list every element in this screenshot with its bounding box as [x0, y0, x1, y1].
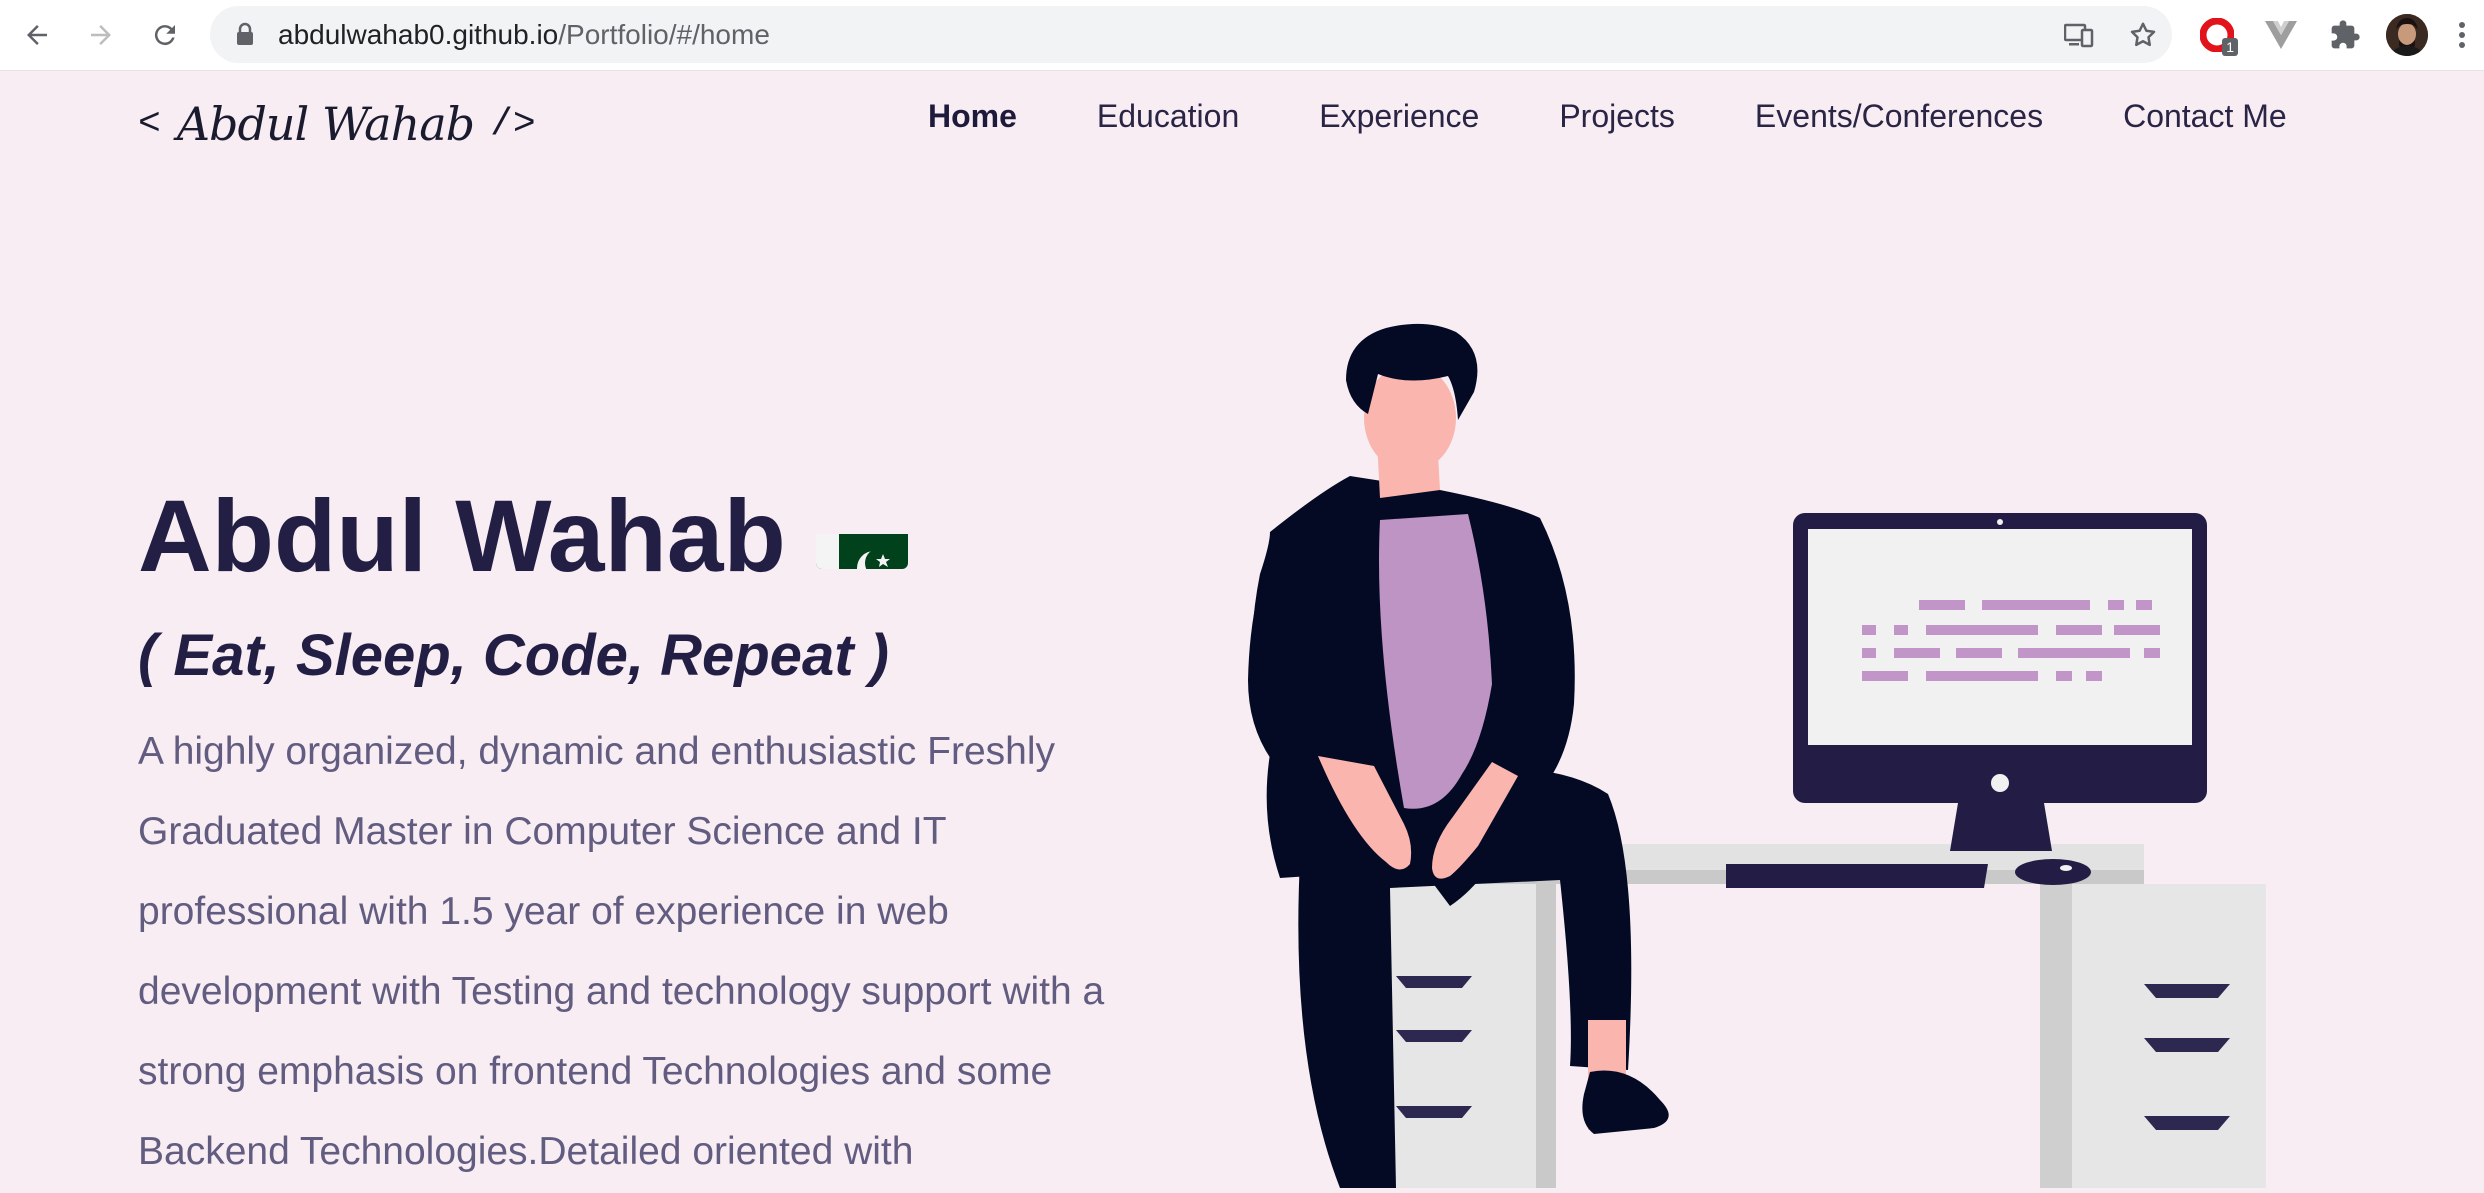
puzzle-extensions-icon[interactable]: [2322, 12, 2368, 58]
cast-icon[interactable]: [2062, 18, 2096, 52]
nav-link-events-conferences[interactable]: Events/Conferences: [1755, 98, 2043, 135]
logo-close-bracket: />: [490, 102, 536, 146]
extension-badge: 1: [2222, 38, 2238, 56]
developer-at-desk-illustration: [1200, 300, 2380, 1188]
opera-extension-icon[interactable]: 1: [2194, 12, 2240, 58]
profile-avatar[interactable]: [2386, 14, 2428, 56]
hero-tagline: ( Eat, Sleep, Code, Repeat ): [138, 623, 889, 688]
forward-arrow-icon[interactable]: [78, 12, 124, 58]
star-icon[interactable]: [2126, 18, 2160, 52]
site-navigation: Home Education Experience Projects Event…: [928, 98, 2287, 135]
site-logo[interactable]: < Abdul Wahab />: [138, 92, 536, 156]
address-bar[interactable]: abdulwahab0.github.io/Portfolio/#/home: [210, 6, 2172, 63]
kebab-menu-icon[interactable]: [2452, 14, 2472, 56]
nav-link-experience[interactable]: Experience: [1319, 98, 1479, 135]
logo-signature: Abdul Wahab: [176, 97, 475, 151]
nav-link-home[interactable]: Home: [928, 98, 1017, 135]
hero-description: A highly organized, dynamic and enthusia…: [138, 730, 1105, 1173]
url-text[interactable]: abdulwahab0.github.io/Portfolio/#/home: [278, 19, 770, 51]
reload-icon[interactable]: [142, 12, 188, 58]
nav-link-projects[interactable]: Projects: [1559, 98, 1675, 135]
nav-link-education[interactable]: Education: [1097, 98, 1239, 135]
vue-devtools-icon[interactable]: [2258, 12, 2304, 58]
hero-title: Abdul Wahab: [138, 478, 908, 595]
hero-name: Abdul Wahab: [138, 479, 786, 593]
back-arrow-icon[interactable]: [14, 12, 60, 58]
lock-icon[interactable]: [236, 22, 254, 51]
logo-open-bracket: <: [138, 102, 161, 146]
pakistan-flag-icon: [815, 505, 908, 569]
browser-toolbar: abdulwahab0.github.io/Portfolio/#/home 1: [0, 0, 2484, 71]
nav-link-contact-me[interactable]: Contact Me: [2123, 98, 2287, 135]
